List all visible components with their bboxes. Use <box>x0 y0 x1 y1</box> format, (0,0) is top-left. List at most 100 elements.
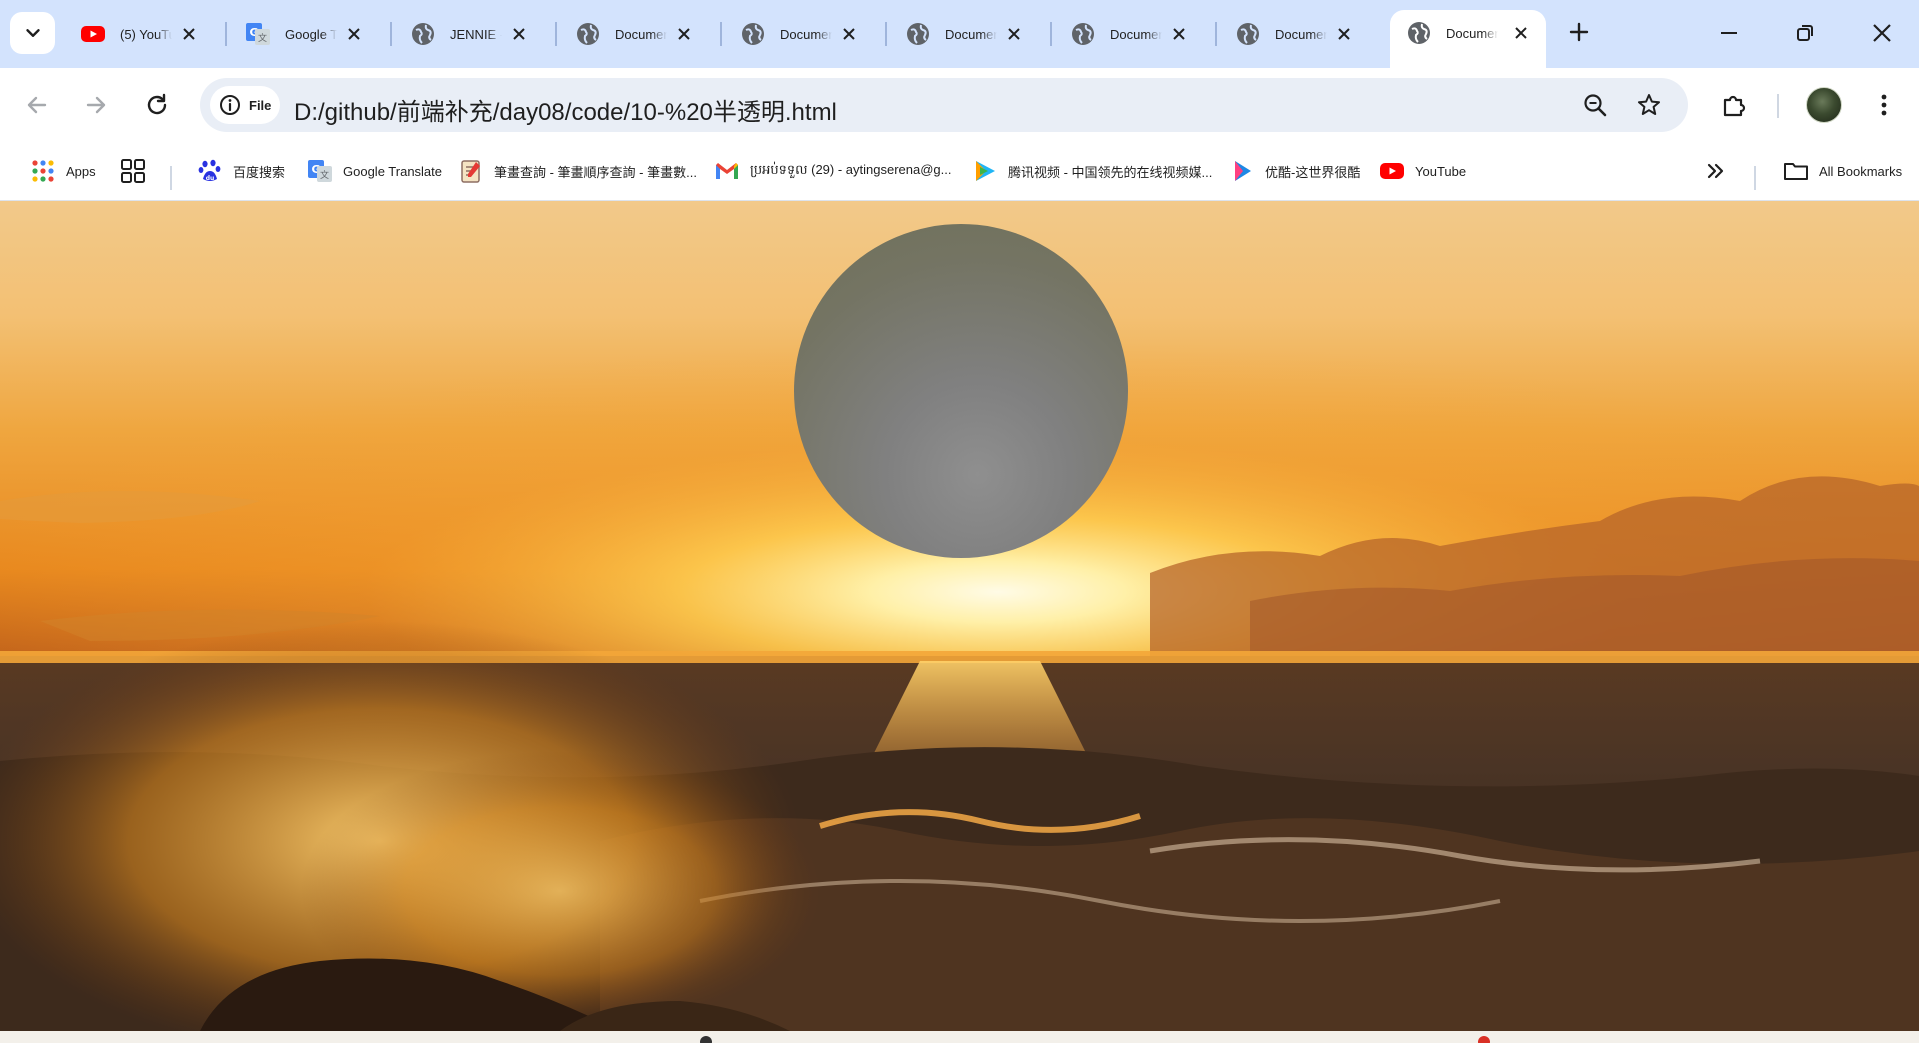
close-tab-icon[interactable] <box>838 23 860 45</box>
bookmark-label: YouTube <box>1415 163 1467 179</box>
tab-strip: (5) YouTube G文 Google Translate JENNIE -… <box>0 0 1919 68</box>
new-tab-button[interactable] <box>1561 14 1597 50</box>
browser-toolbar: File D:/github/前端补充/day08/code/10-%20半透明… <box>0 68 1919 142</box>
browser-menu-button[interactable] <box>1863 84 1905 126</box>
page-bottom-edge <box>0 1031 1919 1043</box>
globe-icon <box>575 21 601 47</box>
tab-title: (5) YouTube <box>120 26 172 42</box>
minimize-button[interactable] <box>1699 12 1759 54</box>
tab-title: Google Translate <box>285 26 337 42</box>
site-chip-label: File <box>249 97 272 113</box>
tab-document-active[interactable]: Document <box>1390 10 1546 68</box>
tencent-video-icon <box>972 158 998 184</box>
tab-separator <box>390 22 392 46</box>
bookmark-tab-groups[interactable] <box>120 154 156 188</box>
bookmark-label: 腾讯视频 - 中国领先的在线视频媒... <box>1008 164 1213 180</box>
tab-document[interactable]: Document <box>889 14 1039 54</box>
scroll-marker <box>700 1036 712 1043</box>
bookmark-tencent-video[interactable]: 腾讯视频 - 中国领先的在线视频媒... <box>972 154 1212 188</box>
semi-transparent-circle <box>794 224 1128 558</box>
tab-separator <box>720 22 722 46</box>
bookmarks-separator <box>170 166 172 190</box>
bookmark-apps[interactable]: Apps <box>30 154 96 188</box>
globe-icon <box>1070 21 1096 47</box>
tab-separator <box>1215 22 1217 46</box>
close-tab-icon[interactable] <box>343 23 365 45</box>
back-button[interactable] <box>18 86 56 124</box>
bookmark-label: 筆畫查詢 - 筆畫順序查詢 - 筆畫數... <box>494 164 697 180</box>
arrow-right-icon <box>86 96 106 114</box>
google-translate-icon: G文 <box>307 158 333 184</box>
info-icon <box>220 95 240 115</box>
extensions-button[interactable] <box>1713 84 1755 126</box>
bookmark-label: Google Translate <box>343 163 443 179</box>
tab-title: Document <box>1110 26 1162 42</box>
tab-search-button[interactable] <box>10 12 55 54</box>
bookmarks-overflow-button[interactable] <box>1703 154 1739 188</box>
tab-youtube[interactable]: (5) YouTube <box>64 14 214 54</box>
close-tab-icon[interactable] <box>1003 23 1025 45</box>
tab-document[interactable]: Document <box>1054 14 1204 54</box>
tab-document[interactable]: Document <box>559 14 709 54</box>
bookmark-baidu[interactable]: du 百度搜索 <box>197 154 285 188</box>
profile-avatar[interactable] <box>1806 87 1842 123</box>
youku-icon <box>1229 158 1255 184</box>
site-info-chip[interactable]: File <box>210 86 280 124</box>
globe-icon <box>740 21 766 47</box>
all-bookmarks-button[interactable]: All Bookmarks <box>1783 154 1902 188</box>
forward-button[interactable] <box>77 86 115 124</box>
close-window-button[interactable] <box>1852 12 1912 54</box>
zoom-out-icon <box>1584 94 1607 117</box>
tab-title: JENNIE - <box>450 26 502 42</box>
url-text[interactable]: D:/github/前端补充/day08/code/10-%20半透明.html <box>294 92 837 127</box>
all-bookmarks-label: All Bookmarks <box>1819 163 1903 179</box>
close-tab-icon[interactable] <box>673 23 695 45</box>
tab-document[interactable]: Document <box>1219 14 1369 54</box>
close-tab-icon[interactable] <box>508 23 530 45</box>
plus-icon <box>1569 22 1589 42</box>
tab-google-translate[interactable]: G文 Google Translate <box>229 14 379 54</box>
close-tab-icon[interactable] <box>1333 23 1355 45</box>
tab-jennie[interactable]: JENNIE - <box>394 14 544 54</box>
tab-title: Document <box>1275 26 1327 42</box>
restore-button[interactable] <box>1775 12 1835 54</box>
double-chevron-right-icon <box>1703 158 1729 184</box>
apps-grid-icon <box>30 158 56 184</box>
tab-document[interactable]: Document <box>724 14 874 54</box>
baidu-icon: du <box>197 158 223 184</box>
reload-button[interactable] <box>138 86 176 124</box>
bookmark-youku[interactable]: 优酷-这世界很酷 <box>1229 154 1360 188</box>
close-tab-icon[interactable] <box>178 23 200 45</box>
scroll-marker <box>1478 1036 1490 1043</box>
reload-icon <box>147 93 167 115</box>
zoom-button[interactable] <box>1580 90 1610 120</box>
arrow-left-icon <box>27 96 47 114</box>
bookmark-label: ប្រអប់ទទួល (29) - aytingserena@g... <box>750 161 952 177</box>
close-tab-icon[interactable] <box>1168 23 1190 45</box>
tab-groups-icon <box>120 158 146 184</box>
folder-icon <box>1783 158 1809 184</box>
tab-title: Document <box>1446 25 1498 41</box>
address-bar[interactable]: File D:/github/前端补充/day08/code/10-%20半透明… <box>200 78 1688 132</box>
gmail-icon <box>714 158 740 184</box>
tab-separator <box>225 22 227 46</box>
chevron-down-icon <box>25 29 40 37</box>
minimize-icon <box>1721 32 1737 34</box>
close-tab-icon[interactable] <box>1510 22 1532 44</box>
more-vertical-icon <box>1881 94 1887 116</box>
bookmark-gmail[interactable]: ប្រអប់ទទួល (29) - aytingserena@g... <box>714 154 952 188</box>
globe-icon <box>905 21 931 47</box>
bookmark-google-translate[interactable]: G文 Google Translate <box>307 154 442 188</box>
bookmark-label: 百度搜索 <box>233 164 286 180</box>
globe-icon <box>1235 21 1261 47</box>
tab-title: Document <box>945 26 997 42</box>
youtube-icon <box>1379 158 1405 184</box>
tab-separator <box>555 22 557 46</box>
bookmark-youtube[interactable]: YouTube <box>1379 154 1466 188</box>
bookmark-stroke-lookup[interactable]: 筆畫查詢 - 筆畫順序查詢 - 筆畫數... <box>458 154 697 188</box>
bookmarks-separator <box>1754 166 1756 190</box>
star-icon <box>1638 94 1660 115</box>
bookmark-star-button[interactable] <box>1634 90 1664 120</box>
restore-icon <box>1797 25 1813 41</box>
notepad-icon <box>458 158 484 184</box>
